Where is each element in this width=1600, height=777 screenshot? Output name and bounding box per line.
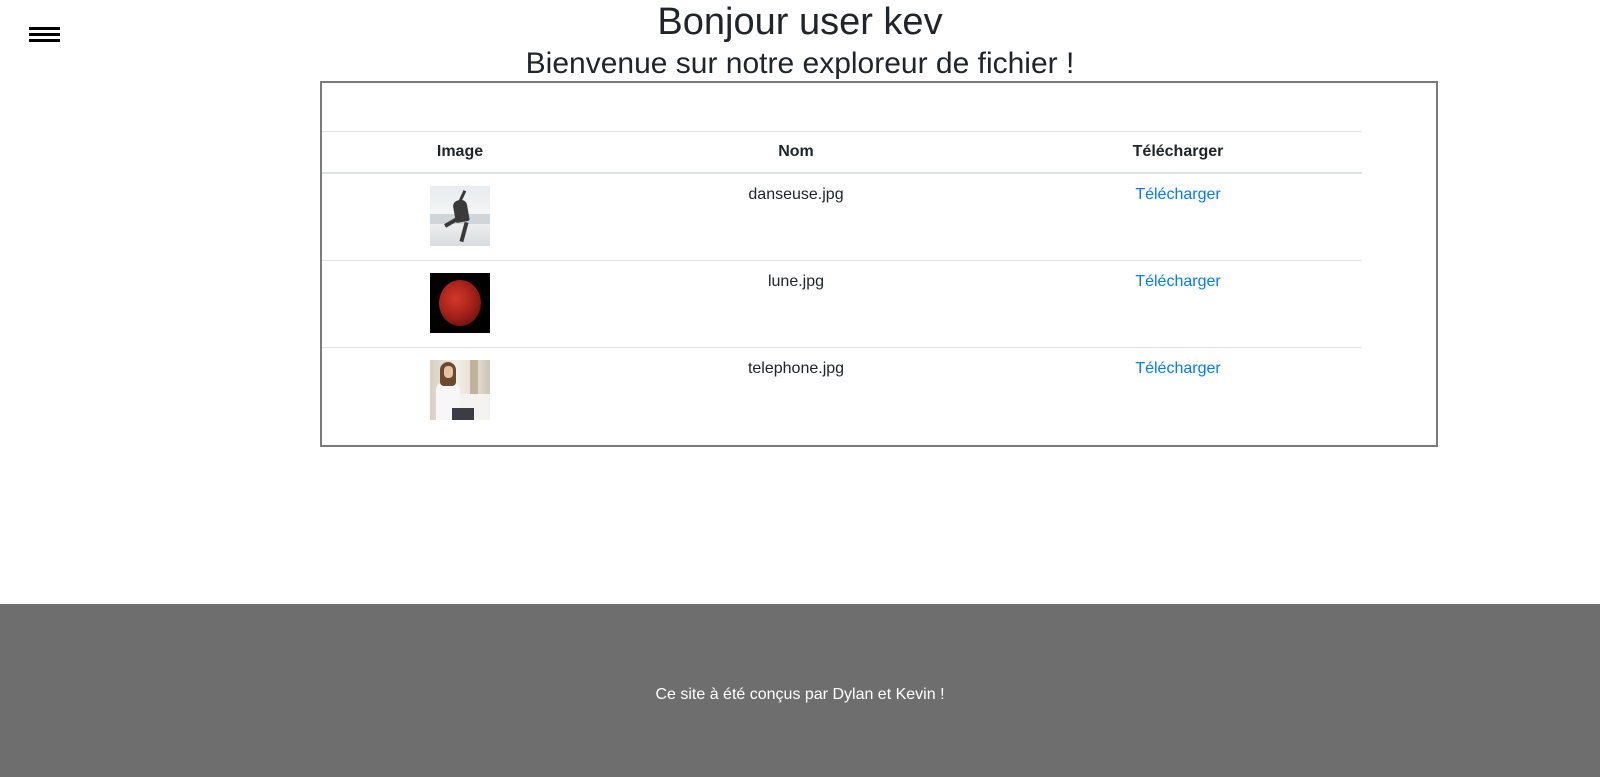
page-subtitle: Bienvenue sur notre exploreur de fichier… [525, 47, 1075, 80]
image-cell [322, 260, 598, 348]
table-row: danseuse.jpg Télécharger [322, 172, 1362, 261]
table-row: lune.jpg Télécharger [322, 260, 1362, 348]
column-header-download: Télécharger [994, 131, 1362, 174]
files-table: Image Nom Télécharger danseuse.jpg Téléc… [322, 131, 1362, 434]
page-title: Bonjour user kev [657, 1, 943, 43]
image-cell [322, 172, 598, 261]
site-footer: Ce site à été conçus par Dylan et Kevin … [0, 604, 1600, 777]
moon-thumbnail [430, 273, 490, 333]
file-name: lune.jpg [598, 260, 994, 348]
dancer-thumbnail [430, 186, 490, 246]
download-cell: Télécharger [994, 347, 1362, 434]
image-cell [322, 347, 598, 434]
table-row: telephone.jpg Télécharger [322, 347, 1362, 434]
file-name: telephone.jpg [598, 347, 994, 434]
download-link[interactable]: Télécharger [1135, 186, 1220, 203]
download-cell: Télécharger [994, 260, 1362, 348]
download-cell: Télécharger [994, 172, 1362, 261]
download-link[interactable]: Télécharger [1135, 273, 1220, 290]
table-header-row: Image Nom Télécharger [322, 131, 1362, 174]
file-name: danseuse.jpg [598, 172, 994, 261]
column-header-image: Image [322, 131, 598, 174]
file-explorer-panel: Image Nom Télécharger danseuse.jpg Téléc… [320, 81, 1438, 447]
download-link[interactable]: Télécharger [1135, 360, 1220, 377]
phone-thumbnail [430, 360, 490, 420]
footer-credit: Ce site à été conçus par Dylan et Kevin … [655, 686, 945, 703]
column-header-name: Nom [598, 131, 994, 174]
